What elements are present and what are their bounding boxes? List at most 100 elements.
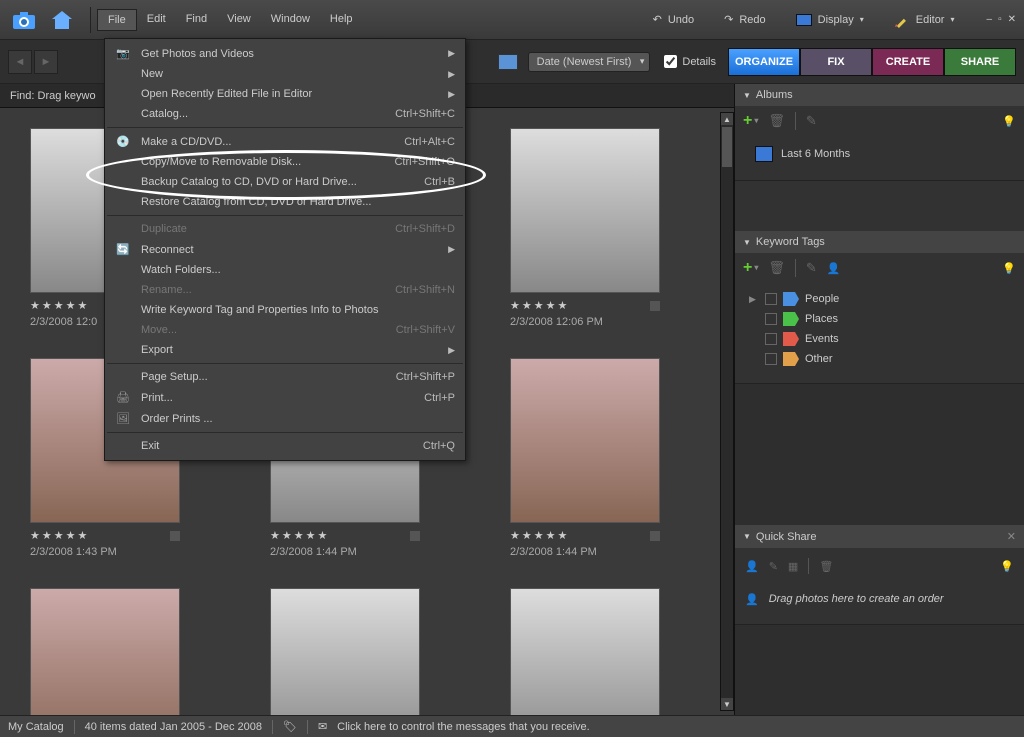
menu-item-label: Watch Folders... [141,264,455,276]
minimize-button[interactable]: – [987,14,993,25]
albums-edit-button[interactable]: ✎ [806,113,817,129]
tab-fix[interactable]: FIX [800,48,872,76]
tag-checkbox[interactable] [765,333,777,345]
scrollbar[interactable]: ▲ ▼ [720,112,734,711]
maximize-button[interactable]: ▫ [998,14,1002,25]
menu-item[interactable]: ExitCtrl+Q [105,436,465,456]
home-icon[interactable] [46,4,78,36]
thumbnail-image[interactable] [510,588,660,715]
tag-row[interactable]: ▶People [743,289,1016,309]
qs-tip-icon[interactable]: 💡 [1000,560,1014,573]
albums-tip-icon[interactable]: 💡 [1002,115,1016,128]
thumbnail[interactable]: ★★★★★ 2/3/2008 12:06 PM [510,128,660,328]
tag-checkbox[interactable] [765,353,777,365]
display-dropdown[interactable]: Display▾ [788,10,872,30]
menu-help[interactable]: Help [320,9,363,31]
menu-item[interactable]: 🖨Print...Ctrl+P [105,387,465,408]
qs-grid-icon[interactable]: ▦ [788,560,798,573]
tags-tip-icon[interactable]: 💡 [1002,262,1016,275]
status-icon-1[interactable]: 🏷 [283,720,297,733]
thumbnail[interactable]: ★★★★★ [270,588,420,715]
thumbnail[interactable]: ★★★★★ 2/3/2008 1:44 PM [510,358,660,558]
menu-item[interactable]: 🔄Reconnect▶ [105,239,465,260]
menu-file[interactable]: File [97,9,137,31]
albums-header[interactable]: ▼Albums [735,84,1024,106]
redo-button[interactable]: ↷Redo [716,9,774,30]
tag-label: People [805,293,839,305]
scroll-handle[interactable] [722,127,732,167]
thumbnail-rating[interactable]: ★★★★★ [30,529,180,542]
menu-edit[interactable]: Edit [137,9,176,31]
menu-item[interactable]: 📷Get Photos and Videos▶ [105,43,465,64]
scroll-down[interactable]: ▼ [721,698,733,710]
menu-item[interactable]: Write Keyword Tag and Properties Info to… [105,300,465,320]
menu-item-shortcut: Ctrl+Shift+D [395,223,455,235]
status-message[interactable]: Click here to control the messages that … [337,721,590,733]
quick-share-close[interactable]: ✕ [1007,530,1016,543]
tags-edit-button[interactable]: ✎ [806,260,817,276]
album-item[interactable]: Last 6 Months [743,142,1016,166]
menu-item[interactable]: Export▶ [105,340,465,360]
menu-item[interactable]: Copy/Move to Removable Disk...Ctrl+Shift… [105,152,465,172]
menu-item[interactable]: Watch Folders... [105,260,465,280]
close-button[interactable]: ✕ [1008,14,1016,25]
quick-share-dropzone[interactable]: 👤 Drag photos here to create an order [745,584,1014,614]
tag-row[interactable]: Events [743,329,1016,349]
menu-item[interactable]: Restore Catalog from CD, DVD or Hard Dri… [105,192,465,212]
sort-dropdown[interactable]: Date (Newest First) [528,52,651,72]
tags-add-button[interactable]: + [743,259,758,277]
tab-organize[interactable]: ORGANIZE [728,48,800,76]
submenu-arrow-icon: ▶ [448,69,455,80]
qs-person-icon[interactable]: 👤 [745,560,759,573]
menu-item[interactable]: 🖼Order Prints ... [105,408,465,429]
thumbnail[interactable]: ★★★★★ [30,588,180,715]
quick-share-header[interactable]: ▼Quick Share✕ [735,525,1024,548]
tags-person-button[interactable]: 👤 [827,262,841,275]
albums-add-button[interactable]: + [743,112,758,130]
back-button[interactable]: ◄ [8,50,32,74]
thumbnail-image[interactable] [30,588,180,715]
tab-create[interactable]: CREATE [872,48,944,76]
thumbnail-image[interactable] [510,128,660,293]
menu-view[interactable]: View [217,9,261,31]
undo-button[interactable]: ↶Undo [645,9,703,30]
menu-item[interactable]: Open Recently Edited File in Editor▶ [105,84,465,104]
thumbnail-rating[interactable]: ★★★★★ [270,529,420,542]
scroll-up[interactable]: ▲ [721,113,733,125]
menu-item[interactable]: Catalog...Ctrl+Shift+C [105,104,465,124]
menu-find[interactable]: Find [176,9,217,31]
editor-dropdown[interactable]: Editor▾ [886,8,963,32]
tag-checkbox[interactable] [765,313,777,325]
qs-trash-icon[interactable]: 🗑 [819,560,833,573]
tag-checkbox[interactable] [765,293,777,305]
menu-item[interactable]: Page Setup...Ctrl+Shift+P [105,367,465,387]
menu-item[interactable]: 💿Make a CD/DVD...Ctrl+Alt+C [105,131,465,152]
menu-item: Rename...Ctrl+Shift+N [105,280,465,300]
thumbnail[interactable]: ★★★★★ [510,588,660,715]
printer-icon: 🖨 [115,391,131,404]
details-checkbox[interactable]: Details [664,55,716,68]
forward-button[interactable]: ► [34,50,58,74]
item-count: 40 items dated Jan 2005 - Dec 2008 [85,721,262,733]
keyword-tags-header[interactable]: ▼Keyword Tags [735,231,1024,253]
order-icon: 🖼 [115,412,131,425]
thumbnail-image[interactable] [510,358,660,523]
thumbnail-image[interactable] [270,588,420,715]
thumbnail-rating[interactable]: ★★★★★ [510,299,660,312]
camera-icon[interactable] [8,4,40,36]
tag-row[interactable]: Places [743,309,1016,329]
mail-icon[interactable]: ✉ [318,720,327,733]
menu-item[interactable]: Backup Catalog to CD, DVD or Hard Drive.… [105,172,465,192]
tab-share[interactable]: SHARE [944,48,1016,76]
menu-window[interactable]: Window [261,9,320,31]
tag-label: Events [805,333,839,345]
thumbnail-rating[interactable]: ★★★★★ [510,529,660,542]
view-swatch[interactable] [498,54,518,70]
tags-delete-button[interactable]: 🗑 [768,260,785,276]
albums-delete-button[interactable]: 🗑 [768,113,785,129]
catalog-name[interactable]: My Catalog [8,721,64,733]
tag-row[interactable]: Other [743,349,1016,369]
undo-icon: ↶ [653,13,662,26]
qs-edit-icon[interactable]: ✎ [769,560,778,573]
menu-item[interactable]: New▶ [105,64,465,84]
